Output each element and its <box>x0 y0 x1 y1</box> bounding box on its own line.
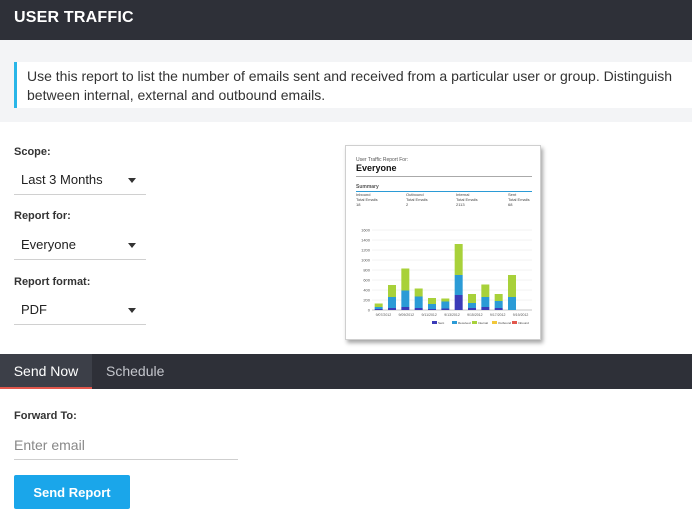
bar-segment <box>388 308 396 310</box>
report-format-value: PDF <box>21 302 47 317</box>
bar-segment <box>388 285 396 297</box>
report-for-select[interactable]: Everyone <box>14 230 146 260</box>
preview-summary-inbound: Inbound Total Emails 18 <box>356 192 378 207</box>
page-header: USER TRAFFIC <box>0 0 692 40</box>
y-tick-label: 1600 <box>361 228 371 233</box>
x-tick-label: 9/07/2012 <box>376 313 392 317</box>
bar-segment <box>481 307 490 310</box>
preview-summary-label: Summary <box>356 184 379 190</box>
bar-segment <box>428 309 436 310</box>
y-tick-label: 600 <box>363 278 370 283</box>
bar-segment <box>428 298 436 304</box>
report-for-label: Report for: <box>14 210 71 222</box>
bar-segment <box>401 268 410 291</box>
legend-swatch <box>452 321 457 324</box>
x-tick-label: 9/11/2012 <box>421 313 436 317</box>
scope-label: Scope: <box>14 146 51 158</box>
report-format-label: Report format: <box>14 276 91 288</box>
bar-segment <box>428 304 436 309</box>
legend-label: Inbound <box>518 321 529 325</box>
bar-segment <box>508 297 516 310</box>
y-tick-label: 1200 <box>361 248 371 253</box>
preview-summary-sent: Sent Total Emails 68 <box>508 192 530 207</box>
legend-swatch <box>492 321 497 324</box>
legend-label: Sent <box>438 321 444 325</box>
chevron-down-icon <box>128 178 136 183</box>
tab-bar: Send Now Schedule <box>0 354 692 389</box>
y-tick-label: 1000 <box>361 258 371 263</box>
preview-bar-chart: 0 200 400 600 800 1000 1200 1400 1600 9/07/2012 9/… <box>361 228 532 325</box>
bar-segment <box>388 297 396 308</box>
legend-swatch <box>472 321 477 324</box>
tab-schedule[interactable]: Schedule <box>106 354 164 389</box>
bar-segment <box>481 297 490 307</box>
bar-segment <box>441 308 450 310</box>
bar-segment <box>374 303 383 307</box>
bar-segment <box>481 284 490 297</box>
bar-segment <box>401 307 410 310</box>
report-preview: User Traffic Report For: Everyone Summar… <box>345 145 541 340</box>
y-tick-label: 400 <box>363 288 370 293</box>
bar-segment <box>468 303 476 308</box>
bar-segment <box>374 309 383 310</box>
legend-swatch <box>432 321 437 324</box>
report-for-value: Everyone <box>21 237 76 252</box>
chevron-down-icon <box>128 243 136 248</box>
email-input[interactable] <box>14 430 238 460</box>
preview-divider <box>356 176 532 177</box>
bar-segment <box>441 301 450 309</box>
preview-title: Everyone <box>356 163 397 173</box>
y-tick-label: 800 <box>363 268 370 273</box>
info-text: Use this report to list the number of em… <box>27 68 673 103</box>
bar-segment <box>441 298 450 302</box>
bar-segment <box>414 308 423 310</box>
bar-segment <box>374 307 383 309</box>
bar-segment <box>454 295 463 310</box>
info-callout: Use this report to list the number of em… <box>14 62 692 108</box>
forward-to-label: Forward To: <box>14 410 77 422</box>
legend-label: Received <box>458 321 471 325</box>
preview-summary-internal: Internal Total Emails 2113 <box>456 192 478 207</box>
scope-value: Last 3 Months <box>21 172 103 187</box>
bar-segment <box>494 308 503 310</box>
bar-segment <box>454 244 463 275</box>
bar-segment <box>508 275 516 297</box>
y-tick-label: 1400 <box>361 238 371 243</box>
bar-segment <box>494 294 503 301</box>
bar-segment <box>468 308 476 310</box>
x-tick-label: 9/13/2012 <box>444 313 460 317</box>
bar-segment <box>414 296 423 308</box>
bar-segment <box>454 275 463 295</box>
preview-summary-divider <box>356 191 532 192</box>
scope-select[interactable]: Last 3 Months <box>14 165 146 195</box>
info-area: Use this report to list the number of em… <box>0 40 692 122</box>
bar-segment <box>401 290 410 307</box>
preview-summary-outbound: Outbound Total Emails 2 <box>406 192 428 207</box>
x-tick-label: 9/09/2012 <box>398 313 414 317</box>
x-tick-label: 9/19/2012 <box>513 313 529 317</box>
legend-label: Outbound <box>498 321 512 325</box>
x-tick-label: 9/15/2012 <box>467 313 483 317</box>
page-title: USER TRAFFIC <box>14 9 134 26</box>
bar-segment <box>414 288 423 297</box>
report-format-select[interactable]: PDF <box>14 295 146 325</box>
y-tick-label: 200 <box>363 298 370 303</box>
x-tick-label: 9/17/2012 <box>490 313 506 317</box>
bar-segment <box>494 301 503 308</box>
legend-label: Internal <box>478 321 488 325</box>
chevron-down-icon <box>128 308 136 313</box>
y-tick-label: 0 <box>368 308 371 313</box>
bar-segment <box>468 294 476 303</box>
tab-send-now[interactable]: Send Now <box>0 354 92 389</box>
legend-swatch <box>512 321 517 324</box>
send-report-button[interactable]: Send Report <box>14 475 130 509</box>
